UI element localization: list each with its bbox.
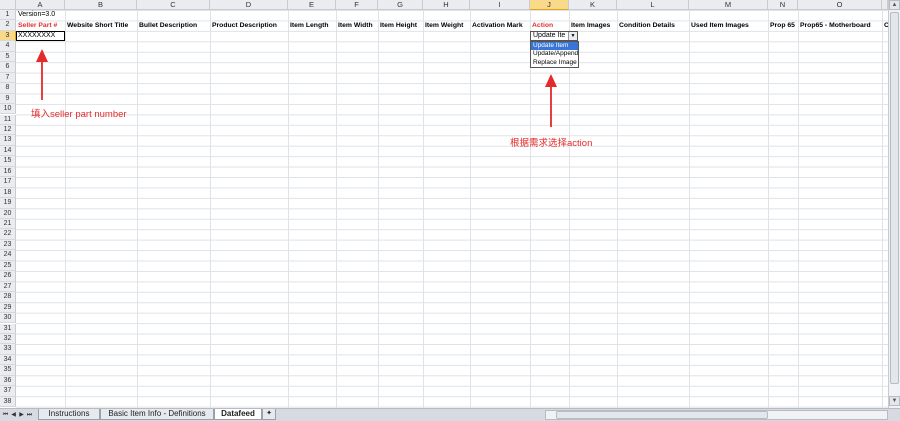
vertical-scroll-thumb[interactable] [890,12,899,384]
horizontal-scroll-thumb[interactable] [556,411,768,419]
next-sheet-icon[interactable]: ▶ [18,410,25,420]
new-sheet-icon[interactable]: ✦ [262,409,276,420]
arrow-head [36,49,48,62]
tab-basic-item-info-definitions[interactable]: Basic Item Info - Definitions [100,409,214,420]
arrow-head [545,74,557,87]
annotation-arrows [36,49,557,127]
scroll-down-icon[interactable]: ▼ [889,396,900,406]
action-annotation: 根据需求选择action [510,138,593,149]
first-sheet-icon[interactable]: ⏮ [2,410,9,420]
last-sheet-icon[interactable]: ⏭ [26,410,33,420]
seller-part-annotation: 填入seller part number [31,109,127,120]
sheet-tab-bar: ⏮ ◀ ▶ ⏭ Instructions Basic Item Info - D… [0,408,900,421]
tab-instructions[interactable]: Instructions [38,409,100,420]
scroll-up-icon[interactable]: ▲ [889,0,900,10]
tab-datafeed[interactable]: Datafeed [214,409,262,420]
spreadsheet-area: A B C D E F G H I J K L M N O 1234567891… [0,0,888,408]
arrow-to-seller-part [36,49,48,100]
arrow-to-action [545,74,557,127]
vertical-scrollbar[interactable]: ▲ ▼ [888,0,900,408]
horizontal-scrollbar[interactable] [545,410,888,420]
prev-sheet-icon[interactable]: ◀ [10,410,17,420]
